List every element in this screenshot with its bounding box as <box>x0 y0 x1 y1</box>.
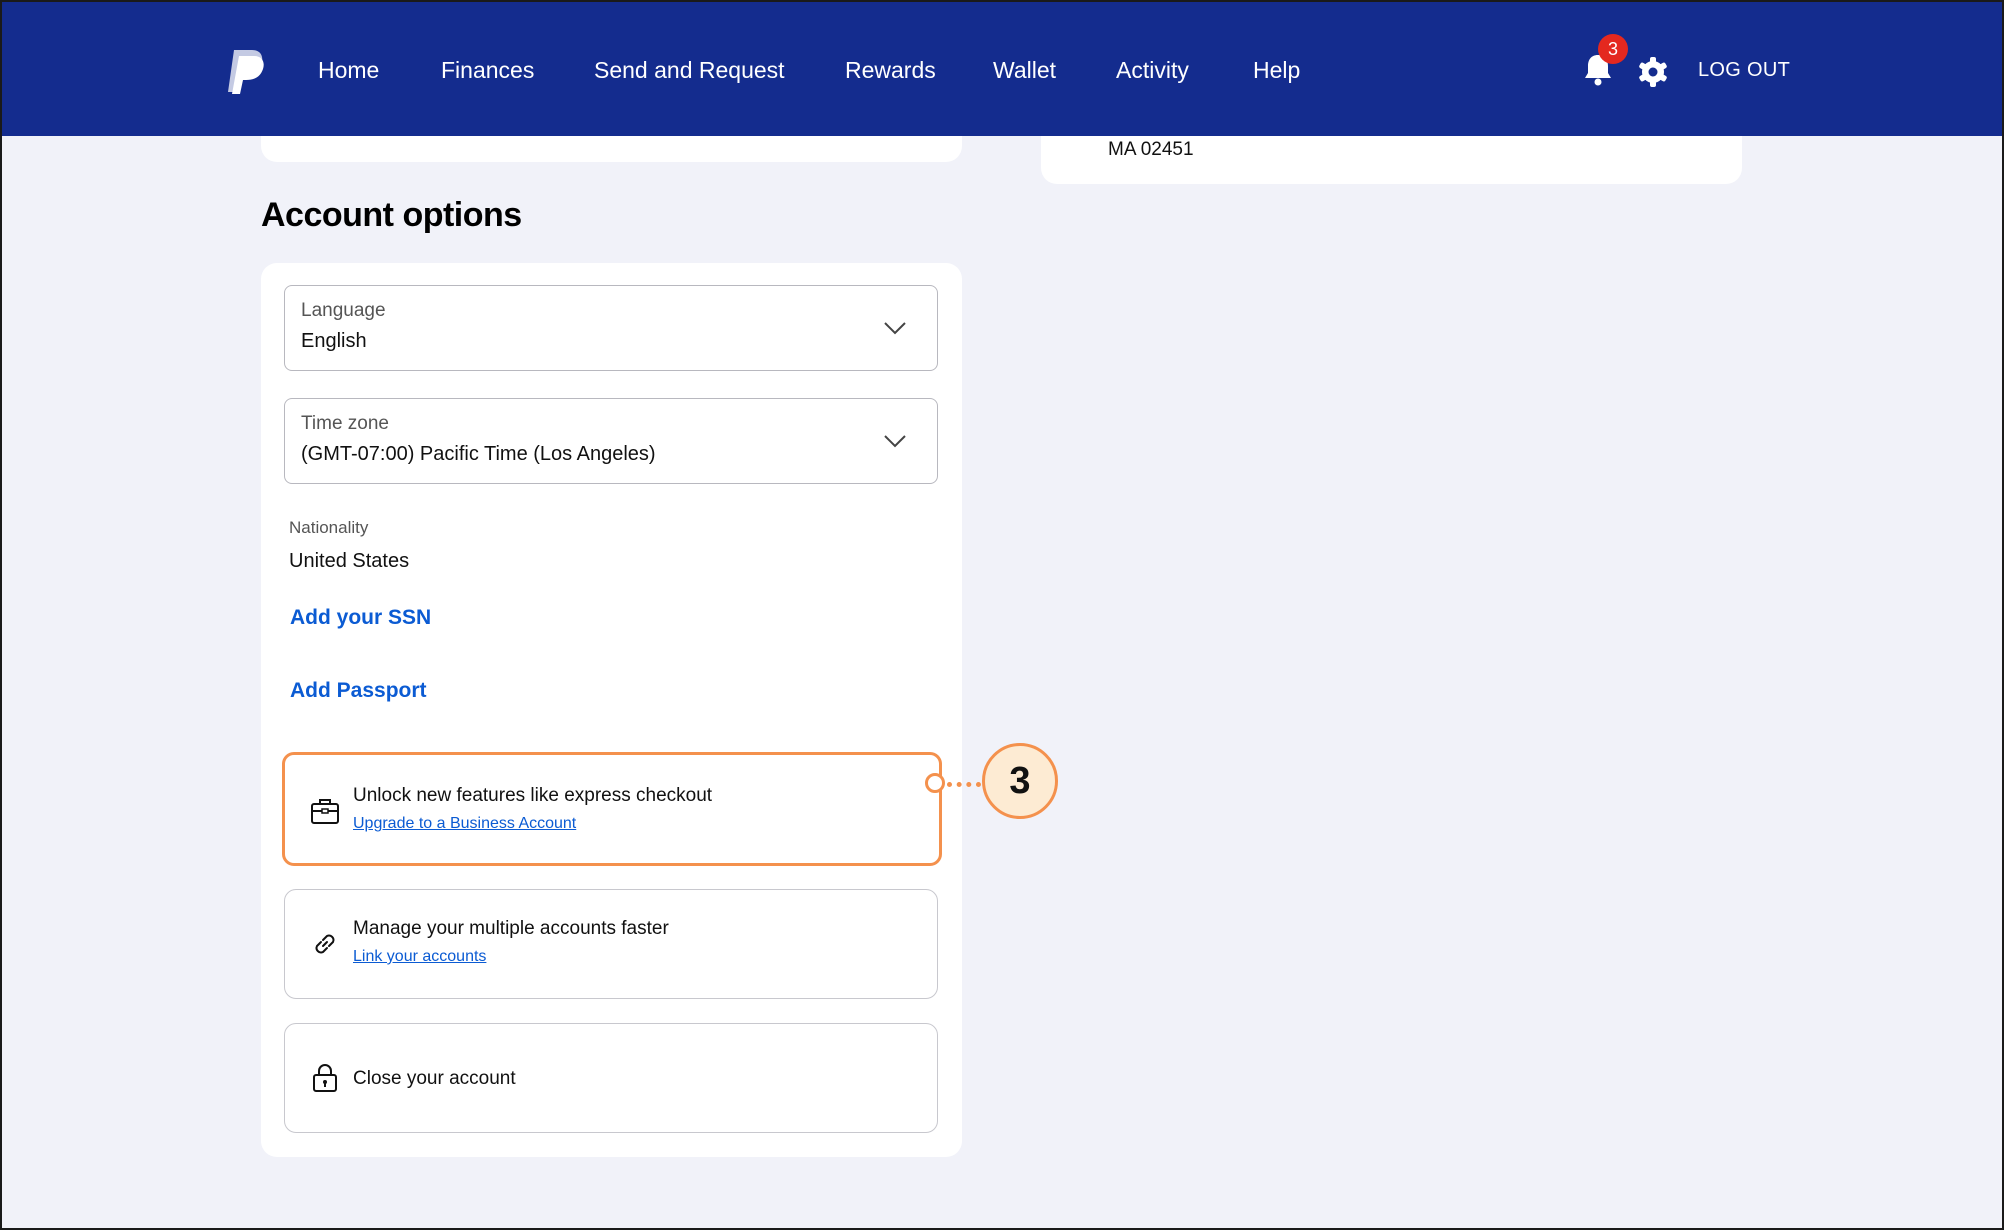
gear-icon[interactable] <box>1638 57 1668 87</box>
business-upgrade-option[interactable]: Unlock new features like express checkou… <box>282 752 942 866</box>
timezone-value: (GMT-07:00) Pacific Time (Los Angeles) <box>301 443 656 465</box>
close-account-option[interactable]: Close your account <box>284 1023 938 1133</box>
link-accounts-option[interactable]: Manage your multiple accounts faster Lin… <box>284 889 938 999</box>
nationality-value: United States <box>289 550 410 572</box>
language-label: Language <box>301 300 386 321</box>
address-line: MA 02451 <box>1108 139 1194 160</box>
add-passport-link[interactable]: Add Passport <box>290 679 427 703</box>
nav-finances[interactable]: Finances <box>441 52 534 88</box>
section-title: Account options <box>261 196 522 234</box>
nav-activity[interactable]: Activity <box>1116 52 1189 88</box>
paypal-logo-icon[interactable] <box>226 48 266 94</box>
nav-rewards[interactable]: Rewards <box>845 52 936 88</box>
nav-send-and-request[interactable]: Send and Request <box>594 52 785 88</box>
timezone-select[interactable]: Time zone (GMT-07:00) Pacific Time (Los … <box>284 398 938 484</box>
timezone-label: Time zone <box>301 413 389 434</box>
chevron-down-icon <box>884 322 906 335</box>
link-accounts-title: Manage your multiple accounts faster <box>353 918 669 939</box>
add-ssn-link[interactable]: Add your SSN <box>290 606 431 630</box>
upgrade-business-link[interactable]: Upgrade to a Business Account <box>353 815 576 833</box>
nav-home[interactable]: Home <box>318 52 379 88</box>
language-value: English <box>301 330 367 352</box>
step-callout-badge: 3 <box>982 743 1058 819</box>
language-select[interactable]: Language English <box>284 285 938 371</box>
lock-icon <box>313 1064 337 1092</box>
link-accounts-link[interactable]: Link your accounts <box>353 948 486 966</box>
top-nav: Home Finances Send and Request Rewards W… <box>0 0 2004 136</box>
callout-anchor-dot <box>925 773 945 793</box>
nav-wallet[interactable]: Wallet <box>993 52 1056 88</box>
chevron-down-icon <box>884 435 906 448</box>
nav-help[interactable]: Help <box>1253 52 1300 88</box>
notification-badge: 3 <box>1598 34 1628 64</box>
business-upgrade-title: Unlock new features like express checkou… <box>353 785 713 806</box>
logout-button[interactable]: LOG OUT <box>1698 54 1790 86</box>
close-account-title: Close your account <box>353 1068 516 1089</box>
nationality-label: Nationality <box>289 518 369 537</box>
link-icon <box>315 934 335 954</box>
briefcase-icon <box>311 799 339 824</box>
callout-connector <box>947 782 981 787</box>
